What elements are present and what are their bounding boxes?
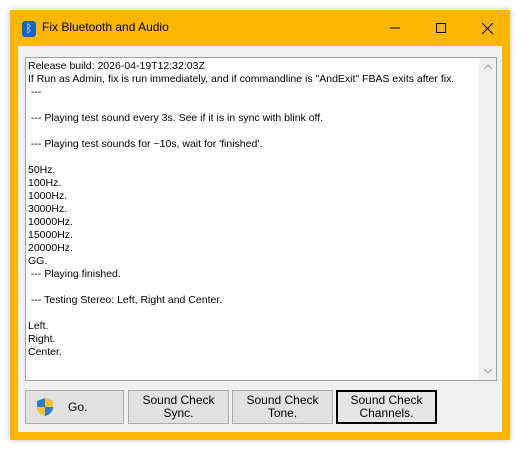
channels-button-label: Sound Check Channels. (350, 393, 423, 420)
app-window: ᛒ Fix Bluetooth and Audio Release build:… (10, 10, 510, 440)
bluetooth-icon: ᛒ (22, 21, 36, 37)
chevron-down-icon (483, 369, 492, 374)
log-textbox[interactable]: Release build: 2026-04-19T12:32:03Z If R… (25, 57, 497, 381)
log-text: Release build: 2026-04-19T12:32:03Z If R… (28, 60, 455, 358)
minimize-icon (390, 27, 400, 29)
scroll-down-button[interactable] (479, 363, 496, 380)
close-button[interactable] (464, 10, 510, 46)
client-area: Release build: 2026-04-19T12:32:03Z If R… (18, 46, 502, 432)
title-bar[interactable]: ᛒ Fix Bluetooth and Audio (10, 10, 510, 46)
sound-check-tone-button[interactable]: Sound Check Tone. (232, 390, 333, 424)
maximize-button[interactable] (418, 10, 464, 46)
maximize-icon (436, 23, 446, 33)
window-title: Fix Bluetooth and Audio (42, 20, 169, 34)
minimize-button[interactable] (372, 10, 418, 46)
close-icon (481, 22, 493, 34)
sync-button-label: Sound Check Sync. (142, 393, 215, 420)
go-button[interactable]: Go. (25, 390, 124, 424)
scroll-up-button[interactable] (479, 58, 496, 75)
chevron-up-icon (483, 64, 492, 69)
vertical-scrollbar[interactable] (479, 58, 496, 380)
sound-check-sync-button[interactable]: Sound Check Sync. (128, 390, 229, 424)
uac-shield-icon (36, 397, 54, 417)
tone-button-label: Sound Check Tone. (246, 393, 319, 420)
go-button-label: Go. (68, 399, 88, 414)
sound-check-channels-button[interactable]: Sound Check Channels. (336, 390, 437, 424)
